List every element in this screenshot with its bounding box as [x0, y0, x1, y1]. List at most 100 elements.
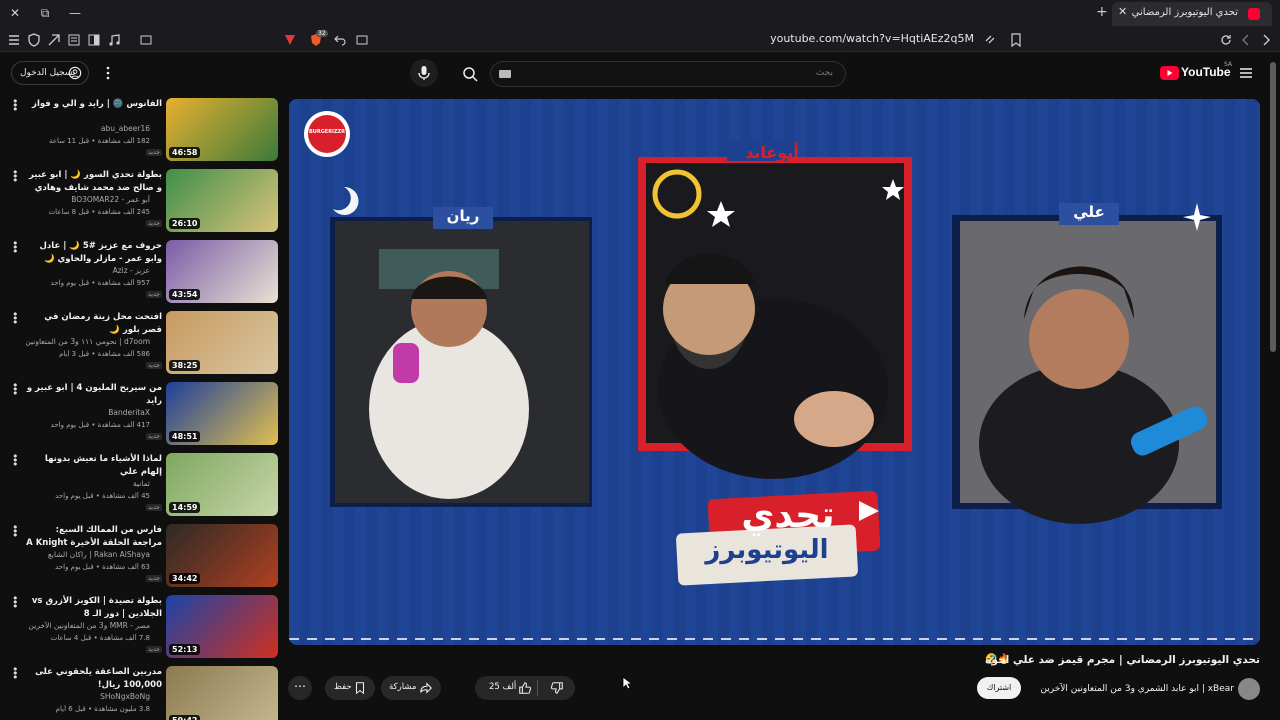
video-thumbnail[interactable]: 59:42	[166, 666, 278, 720]
list-item[interactable]: • • • الفانوس 🌚 | رايد و الي و فواز abu_ab…	[0, 96, 282, 162]
list-item[interactable]: • • • بطولة تحدي السور 🌙 | ابو عبير و صالح…	[0, 167, 282, 233]
video-item-channel: d7oom | نحومي ١١١ و3 من المتعاونين الآخر…	[26, 337, 150, 346]
like-count: 25 ألف	[489, 682, 517, 692]
video-thumbnail[interactable]: 48:51	[166, 382, 278, 445]
list-item[interactable]: • • • بطولة تصيدة | الكوبز الأزرق vs الجلا…	[0, 593, 282, 659]
search-input[interactable]: بحث	[490, 61, 846, 87]
center-panel	[638, 141, 912, 479]
share-button[interactable]: مشاركة	[381, 676, 441, 700]
subscribe-button[interactable]: اشتراك	[977, 677, 1021, 699]
list-item[interactable]: • • • مدربين الصاعقة يلحقوني على 100,000 ر…	[0, 664, 282, 720]
new-badge: جديد	[146, 433, 162, 440]
video-item-meta: 3.8 مليون مشاهدة • قبل 6 أيام	[55, 705, 150, 713]
youtube-logo[interactable]: YouTube	[1160, 65, 1231, 81]
tab-close-icon[interactable]: ✕	[1118, 5, 1127, 18]
list-item[interactable]: • • • حروف مع عزيز #5 🌙 | عادل وابو عمر - …	[0, 238, 282, 304]
more-actions-button[interactable]: ⋯	[288, 676, 312, 700]
video-duration: 48:51	[169, 431, 201, 442]
minimize-window-icon[interactable]: —	[64, 4, 86, 22]
new-tab-button[interactable]: +	[1096, 4, 1108, 20]
video-thumbnail[interactable]: 52:13	[166, 595, 278, 658]
screenshot-icon[interactable]	[138, 32, 154, 48]
menu-icon[interactable]	[6, 32, 22, 48]
video-item-meta: 45 ألف مشاهدة • قبل يوم واحد	[55, 492, 150, 500]
kebab-icon[interactable]: • • •	[12, 380, 20, 399]
link-icon[interactable]	[982, 32, 998, 48]
video-item-title: افتحت محل زينة رمضان في قصر بلور 🌙	[44, 312, 162, 335]
kebab-icon[interactable]: • • •	[12, 522, 20, 541]
new-badge: جديد	[146, 220, 162, 227]
video-item-channel: BanderitaX	[108, 408, 150, 417]
video-player[interactable]: ريان أبوعابد علي تحدي اليوتيوبرز BURGERI…	[289, 99, 1260, 645]
mic-icon	[418, 66, 430, 80]
share-label: مشاركة	[389, 682, 417, 692]
forward-nav-icon[interactable]	[1258, 32, 1274, 48]
keyboard-icon[interactable]	[499, 70, 511, 78]
kebab-icon[interactable]	[104, 66, 112, 80]
channel-names[interactable]: xBear | ابو عابد الشمري و3 من المتعاونين…	[1034, 684, 1234, 694]
extensions-icon[interactable]	[46, 32, 62, 48]
player-label-left: ريان	[446, 207, 480, 225]
new-badge: جديد	[146, 149, 162, 156]
list-item[interactable]: • • • فارس من الممالك السبع: مراجعة الحلقة…	[0, 522, 282, 588]
channel-avatar[interactable]	[1238, 678, 1260, 700]
kebab-icon[interactable]: • • •	[12, 451, 20, 470]
video-thumbnail[interactable]: 38:25	[166, 311, 278, 374]
challenge-title-line1: تحدي	[741, 495, 835, 536]
player-label-right: علي	[1073, 203, 1105, 221]
kebab-icon[interactable]: • • •	[12, 167, 20, 186]
voice-search-button[interactable]	[410, 59, 438, 87]
dislike-icon	[550, 682, 563, 694]
bookmark-icon[interactable]	[1008, 32, 1024, 48]
kebab-icon[interactable]: • • •	[12, 238, 20, 257]
reader-icon[interactable]	[66, 32, 82, 48]
browser-tab[interactable]: ✕ تحدي اليوتيوبرز الرمضاني | مجرم	[1112, 2, 1272, 26]
kebab-icon[interactable]: • • •	[12, 593, 20, 612]
sponsor-text: BURGERIZZR	[308, 129, 346, 135]
video-thumbnail[interactable]: 46:58	[166, 98, 278, 161]
kebab-icon[interactable]: • • •	[12, 96, 20, 115]
video-item-meta: 957 ألف مشاهدة • قبل يوم واحد	[50, 279, 150, 287]
list-item[interactable]: • • • من سيربح المليون 4 | ابو عبير و رايد…	[0, 380, 282, 446]
like-button[interactable]: 25 ألف	[475, 676, 537, 700]
back-nav-icon[interactable]	[1238, 32, 1254, 48]
back-icon[interactable]	[332, 32, 348, 48]
more-icon: ⋯	[294, 679, 306, 693]
video-item-title: بطولة تصيدة | الكوبز الأزرق vs الجلادين …	[31, 596, 162, 619]
shield-icon[interactable]	[26, 32, 42, 48]
kebab-icon[interactable]: • • •	[12, 664, 20, 683]
new-badge: جديد	[146, 504, 162, 511]
dislike-button[interactable]	[539, 676, 575, 700]
hamburger-icon[interactable]	[1238, 66, 1254, 80]
video-thumbnail[interactable]: 34:42	[166, 524, 278, 587]
video-item-meta: 586 ألف مشاهدة • قبل 3 أيام	[59, 350, 150, 358]
like-divider	[537, 680, 538, 696]
search-button[interactable]	[452, 61, 488, 87]
video-duration: 43:54	[169, 289, 201, 300]
music-icon[interactable]	[106, 32, 122, 48]
video-thumbnail[interactable]: 26:10	[166, 169, 278, 232]
page-scrollbar[interactable]	[1270, 62, 1276, 352]
list-item[interactable]: • • • لماذا الأشياء ما تعيش بدونها إلهام ع…	[0, 451, 282, 517]
close-window-icon[interactable]: ✕	[4, 4, 26, 22]
kebab-icon[interactable]: • • •	[12, 309, 20, 328]
save-button[interactable]: حفظ	[325, 676, 375, 700]
video-item-title: من سيربح المليون 4 | ابو عبير و رايد	[26, 383, 162, 406]
save-icon	[355, 682, 365, 695]
share-icon	[420, 682, 432, 694]
video-thumbnail[interactable]: 43:54	[166, 240, 278, 303]
cast-icon[interactable]	[354, 32, 370, 48]
brave-rewards-icon[interactable]	[282, 32, 298, 48]
list-item[interactable]: • • • افتحت محل زينة رمضان في قصر بلور 🌙 d…	[0, 309, 282, 375]
restore-window-icon[interactable]: ⧉	[34, 4, 56, 22]
reload-icon[interactable]	[1218, 32, 1234, 48]
address-bar[interactable]: youtube.com/watch?v=HqtiAEz2q5M	[760, 32, 974, 45]
shield-count-badge: 32	[316, 30, 328, 37]
video-item-meta: 417 ألف مشاهدة • قبل يوم واحد	[50, 421, 150, 429]
sidebar-icon[interactable]	[86, 32, 102, 48]
video-item-meta: 7.8 ألف مشاهدة • قبل 4 ساعات	[50, 634, 150, 642]
video-thumbnail[interactable]: 14:59	[166, 453, 278, 516]
signin-button[interactable]: تسجيل الدخول	[11, 61, 89, 85]
search-icon	[463, 67, 478, 82]
tab-title: تحدي اليوتيوبرز الرمضاني | مجرم	[1128, 7, 1238, 18]
